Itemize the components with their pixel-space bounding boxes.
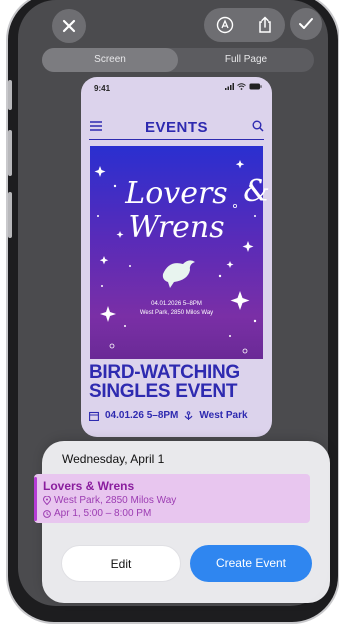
- checkmark-icon: [299, 18, 313, 29]
- edit-button[interactable]: Edit: [61, 545, 181, 582]
- markup-pen-icon: [216, 16, 233, 34]
- poster-title-ampersand: &: [243, 174, 270, 209]
- location-pin-icon: [43, 496, 51, 505]
- battery-icon: [249, 83, 262, 90]
- status-time: 9:41: [94, 84, 111, 93]
- phone-frame: Screen Full Page 9:41 EVENTS Lovers & Wr…: [8, 0, 338, 622]
- event-meta-location: West Park: [199, 410, 248, 421]
- screenshot-preview: 9:41 EVENTS Lovers & Wrens 04.01.2026 5–…: [81, 77, 272, 437]
- event-meta: 04.01.26 5–8PM West Park: [89, 410, 248, 421]
- event-heading-line1: BIRD-WATCHING: [89, 362, 240, 383]
- events-nav-title: EVENTS: [144, 119, 208, 136]
- event-time-line: Apr 1, 5:00 – 8:00 PM: [43, 508, 151, 519]
- event-location-line: West Park, 2850 Milos Way: [43, 495, 176, 506]
- event-heading-line2: SINGLES EVENT: [89, 381, 238, 402]
- markup-button[interactable]: [216, 16, 234, 34]
- segment-screen[interactable]: Screen: [42, 48, 178, 72]
- nav-divider: [89, 139, 264, 140]
- calendar-icon: [89, 411, 99, 421]
- event-suggestion-card[interactable]: Lovers & Wrens West Park, 2850 Milos Way…: [34, 474, 310, 523]
- search-icon: [252, 120, 264, 132]
- share-icon: [259, 16, 271, 33]
- sheet-date-header: Wednesday, April 1: [62, 452, 165, 466]
- share-button[interactable]: [257, 16, 273, 34]
- done-button[interactable]: [290, 8, 322, 40]
- clock-icon: [43, 509, 51, 518]
- side-button: [8, 80, 12, 110]
- signal-icon: [225, 83, 234, 90]
- side-button: [8, 192, 12, 238]
- poster-date-time: 04.01.2026 5–8PM: [151, 301, 202, 307]
- create-event-button[interactable]: Create Event: [190, 545, 312, 582]
- close-icon: [62, 19, 76, 33]
- event-title: Lovers & Wrens: [43, 479, 135, 493]
- segment-full-page[interactable]: Full Page: [178, 48, 314, 72]
- calendar-color-bar: [34, 477, 37, 521]
- capture-mode-segmented-control: Screen Full Page: [42, 48, 314, 72]
- poster-address: West Park, 2850 Milos Way: [139, 310, 214, 316]
- event-poster: Lovers & Wrens 04.01.2026 5–8PM West Par…: [90, 146, 270, 359]
- toolbar-action-group: [204, 8, 285, 42]
- event-time: Apr 1, 5:00 – 8:00 PM: [54, 508, 152, 519]
- side-button: [8, 130, 12, 176]
- event-heading: BIRD-WATCHING SINGLES EVENT: [89, 363, 240, 401]
- wifi-icon: [237, 83, 246, 90]
- poster-title-line2: Wrens: [128, 210, 225, 245]
- event-meta-date: 04.01.26 5–8PM: [105, 410, 179, 421]
- close-button[interactable]: [52, 9, 86, 43]
- event-location: West Park, 2850 Milos Way: [54, 495, 177, 506]
- status-icons: [225, 83, 262, 90]
- location-icon: [184, 410, 193, 420]
